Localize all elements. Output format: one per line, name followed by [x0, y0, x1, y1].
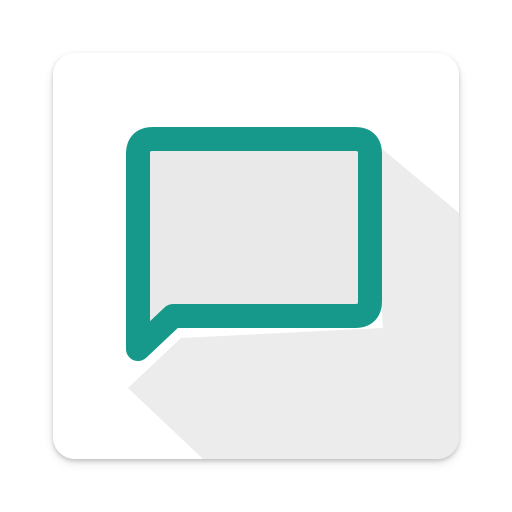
app-icon-artwork [53, 53, 459, 459]
app-icon-tile[interactable] [53, 53, 459, 459]
chat-bubble-icon [126, 127, 382, 361]
screen [0, 0, 512, 512]
